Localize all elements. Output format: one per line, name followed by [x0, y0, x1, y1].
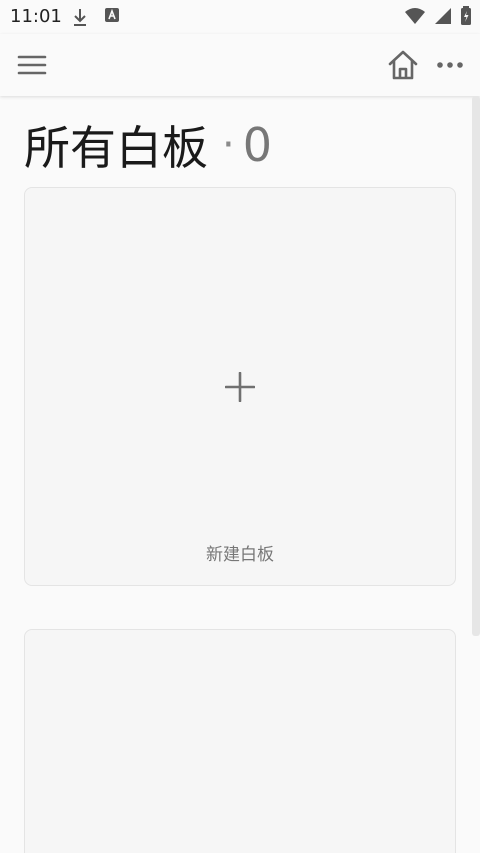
- battery-icon: [460, 6, 472, 30]
- page-title: 所有白板: [24, 121, 208, 175]
- menu-button[interactable]: [17, 52, 47, 78]
- home-icon: [386, 50, 420, 86]
- new-board-label: 新建白板: [206, 545, 274, 565]
- scrollbar[interactable]: [472, 96, 480, 636]
- menu-icon: [17, 55, 47, 82]
- title-separator: ·: [222, 122, 235, 168]
- app-bar: [0, 34, 480, 96]
- a-notification-icon: [104, 7, 120, 31]
- download-icon: [72, 7, 88, 31]
- board-card[interactable]: [24, 629, 456, 853]
- new-board-card[interactable]: 新建白板: [24, 187, 456, 586]
- page-header: 所有白板 · 0: [24, 112, 272, 178]
- board-list: 所有白板 · 0 新建白板: [0, 96, 480, 853]
- status-time: 11:01: [10, 6, 62, 27]
- plus-icon: [224, 371, 256, 403]
- wifi-icon: [404, 6, 426, 30]
- signal-icon: [434, 6, 452, 30]
- more-options-button[interactable]: [434, 52, 466, 78]
- more-icon: [434, 62, 466, 82]
- board-count: 0: [242, 118, 272, 172]
- home-button[interactable]: [386, 48, 420, 82]
- status-bar: 11:01: [0, 0, 480, 34]
